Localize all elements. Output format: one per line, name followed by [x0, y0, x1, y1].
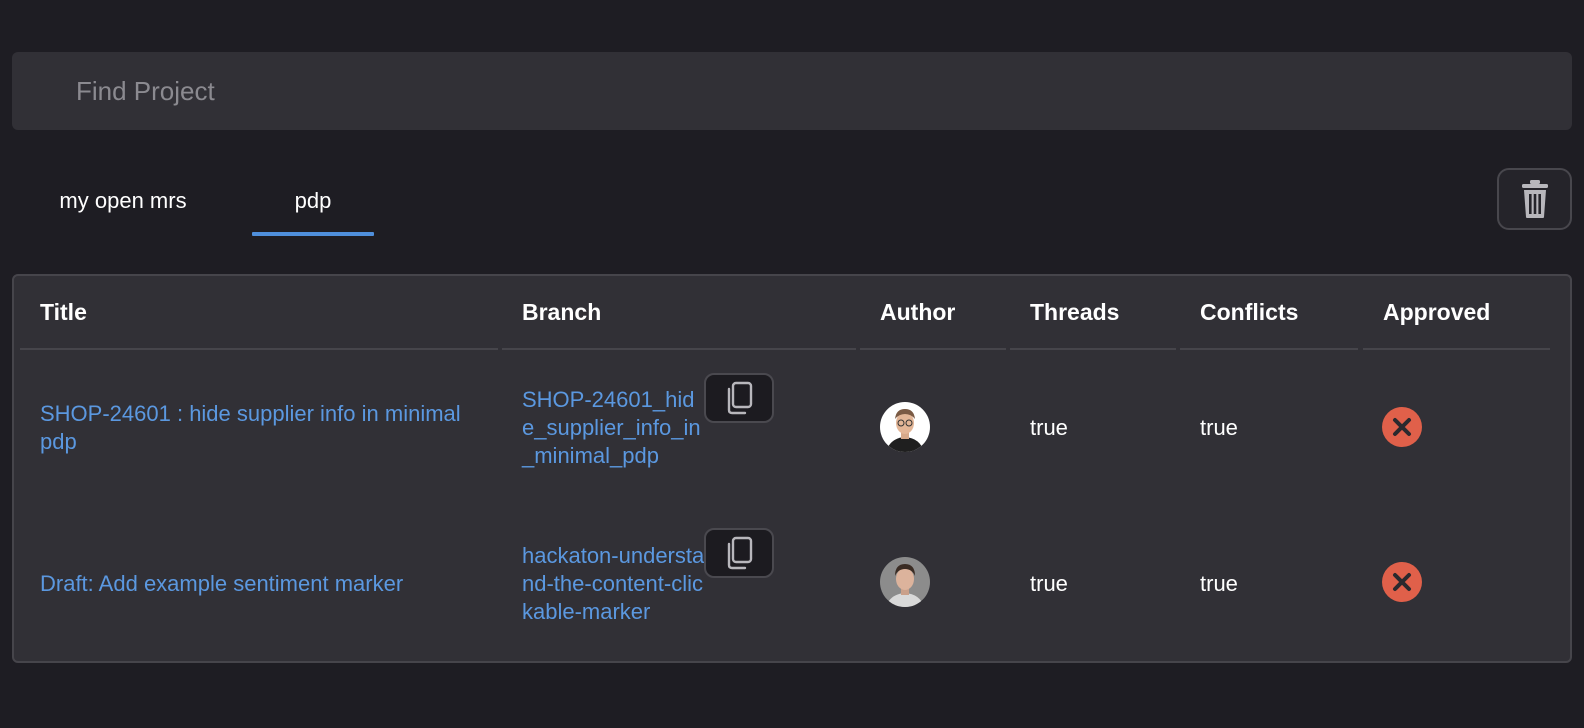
delete-tab-button[interactable]	[1497, 168, 1572, 230]
tab-label: pdp	[294, 188, 332, 213]
title-cell: SHOP-24601 : hide supplier info in minim…	[40, 372, 480, 484]
threads-cell: true	[1030, 571, 1068, 596]
column-header-title: Title	[20, 276, 498, 350]
merge-requests-table: Title Branch Author Threads Conflicts Ap…	[12, 274, 1572, 663]
not-approved-icon	[1382, 407, 1422, 447]
branch-name-link[interactable]: hackaton-understand-the-content-clickabl…	[522, 542, 706, 626]
copy-icon	[727, 536, 753, 570]
column-header-author: Author	[860, 276, 1006, 350]
author-avatar	[880, 402, 930, 452]
branch-name-link[interactable]: SHOP-24601_hide_supplier_info_in_minimal…	[522, 386, 706, 470]
copy-branch-button[interactable]	[704, 373, 774, 423]
project-search-bar[interactable]	[12, 52, 1572, 130]
copy-icon	[727, 381, 753, 415]
column-header-threads: Threads	[1010, 276, 1176, 350]
copy-branch-button[interactable]	[704, 528, 774, 578]
branch-cell: SHOP-24601_hide_supplier_info_in_minimal…	[522, 372, 722, 484]
trash-icon	[1521, 180, 1548, 218]
mr-title-link[interactable]: SHOP-24601 : hide supplier info in minim…	[40, 400, 480, 456]
not-approved-icon	[1382, 562, 1422, 602]
x-icon	[1393, 573, 1411, 591]
column-header-approved: Approved	[1363, 276, 1550, 350]
branch-cell: hackaton-understand-the-content-clickabl…	[522, 528, 722, 640]
conflicts-cell: true	[1200, 571, 1238, 596]
project-search-input[interactable]	[12, 52, 1572, 130]
author-avatar	[880, 557, 930, 607]
column-header-conflicts: Conflicts	[1180, 276, 1358, 350]
avatar	[880, 402, 930, 452]
tab-label: my open mrs	[59, 188, 187, 213]
avatar	[880, 557, 930, 607]
title-cell: Draft: Add example sentiment marker	[40, 528, 480, 640]
column-header-branch: Branch	[502, 276, 856, 350]
mr-title-link[interactable]: Draft: Add example sentiment marker	[40, 570, 403, 598]
threads-cell: true	[1030, 415, 1068, 440]
tab-my-open-mrs[interactable]: my open mrs	[12, 168, 234, 234]
conflicts-cell: true	[1200, 415, 1238, 440]
x-icon	[1393, 418, 1411, 436]
tab-bar: my open mrs pdp	[12, 168, 432, 236]
tab-pdp[interactable]: pdp	[252, 168, 374, 236]
